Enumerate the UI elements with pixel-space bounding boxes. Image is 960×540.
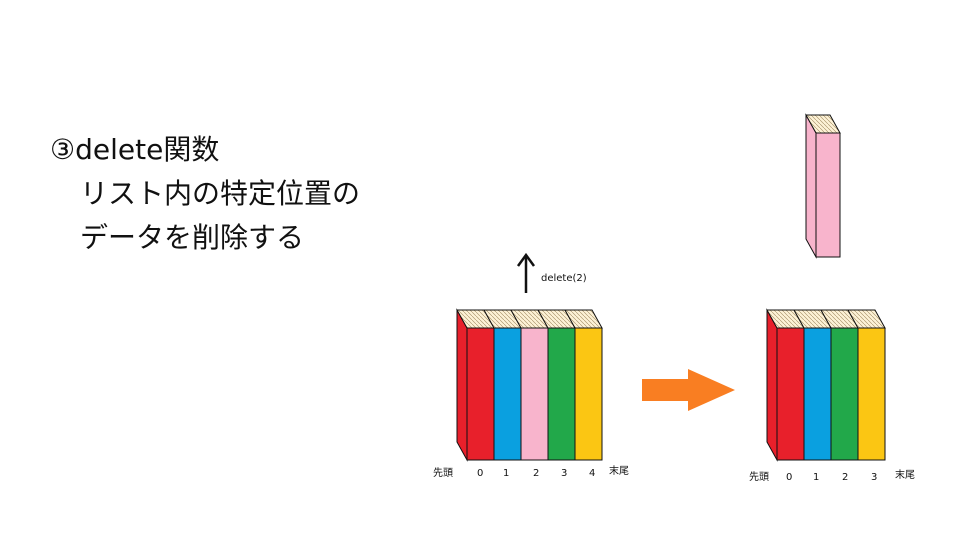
before-tail-label: 末尾	[609, 464, 629, 477]
after-side-panel	[766, 308, 778, 462]
removed-book-front	[815, 132, 841, 258]
before-index-4: 4	[589, 468, 595, 479]
after-book-0	[776, 327, 805, 461]
after-tail-label: 末尾	[895, 468, 915, 481]
after-head-label: 先頭	[749, 471, 769, 483]
after-index-1: 1	[813, 472, 819, 483]
delete-operation-label: delete(2)	[541, 273, 587, 284]
after-bookshelf	[766, 308, 886, 462]
after-book-1	[803, 327, 832, 461]
transition-arrow	[642, 369, 735, 411]
before-book-0	[466, 327, 495, 461]
after-index-2: 2	[842, 472, 848, 483]
before-book-1	[493, 327, 522, 461]
before-book-4	[574, 327, 603, 461]
before-bookshelf	[456, 308, 603, 462]
after-index-3: 3	[871, 472, 877, 483]
before-book-3	[547, 327, 576, 461]
after-book-3	[857, 327, 886, 461]
before-index-0: 0	[477, 468, 483, 479]
before-index-3: 3	[561, 468, 567, 479]
before-index-1: 1	[503, 468, 509, 479]
before-head-label: 先頭	[433, 467, 453, 479]
before-book-2	[520, 327, 549, 461]
list-diagram: delete(2) 先頭 0 1 2 3 4 末尾 先頭 0 1 2 3 末尾	[433, 113, 915, 483]
after-book-2	[830, 327, 859, 461]
before-side-panel	[456, 308, 468, 462]
removed-book	[805, 113, 841, 259]
removed-book-side	[805, 113, 817, 259]
delete-up-arrow	[516, 252, 536, 293]
before-index-2: 2	[533, 468, 539, 479]
after-index-0: 0	[786, 472, 792, 483]
